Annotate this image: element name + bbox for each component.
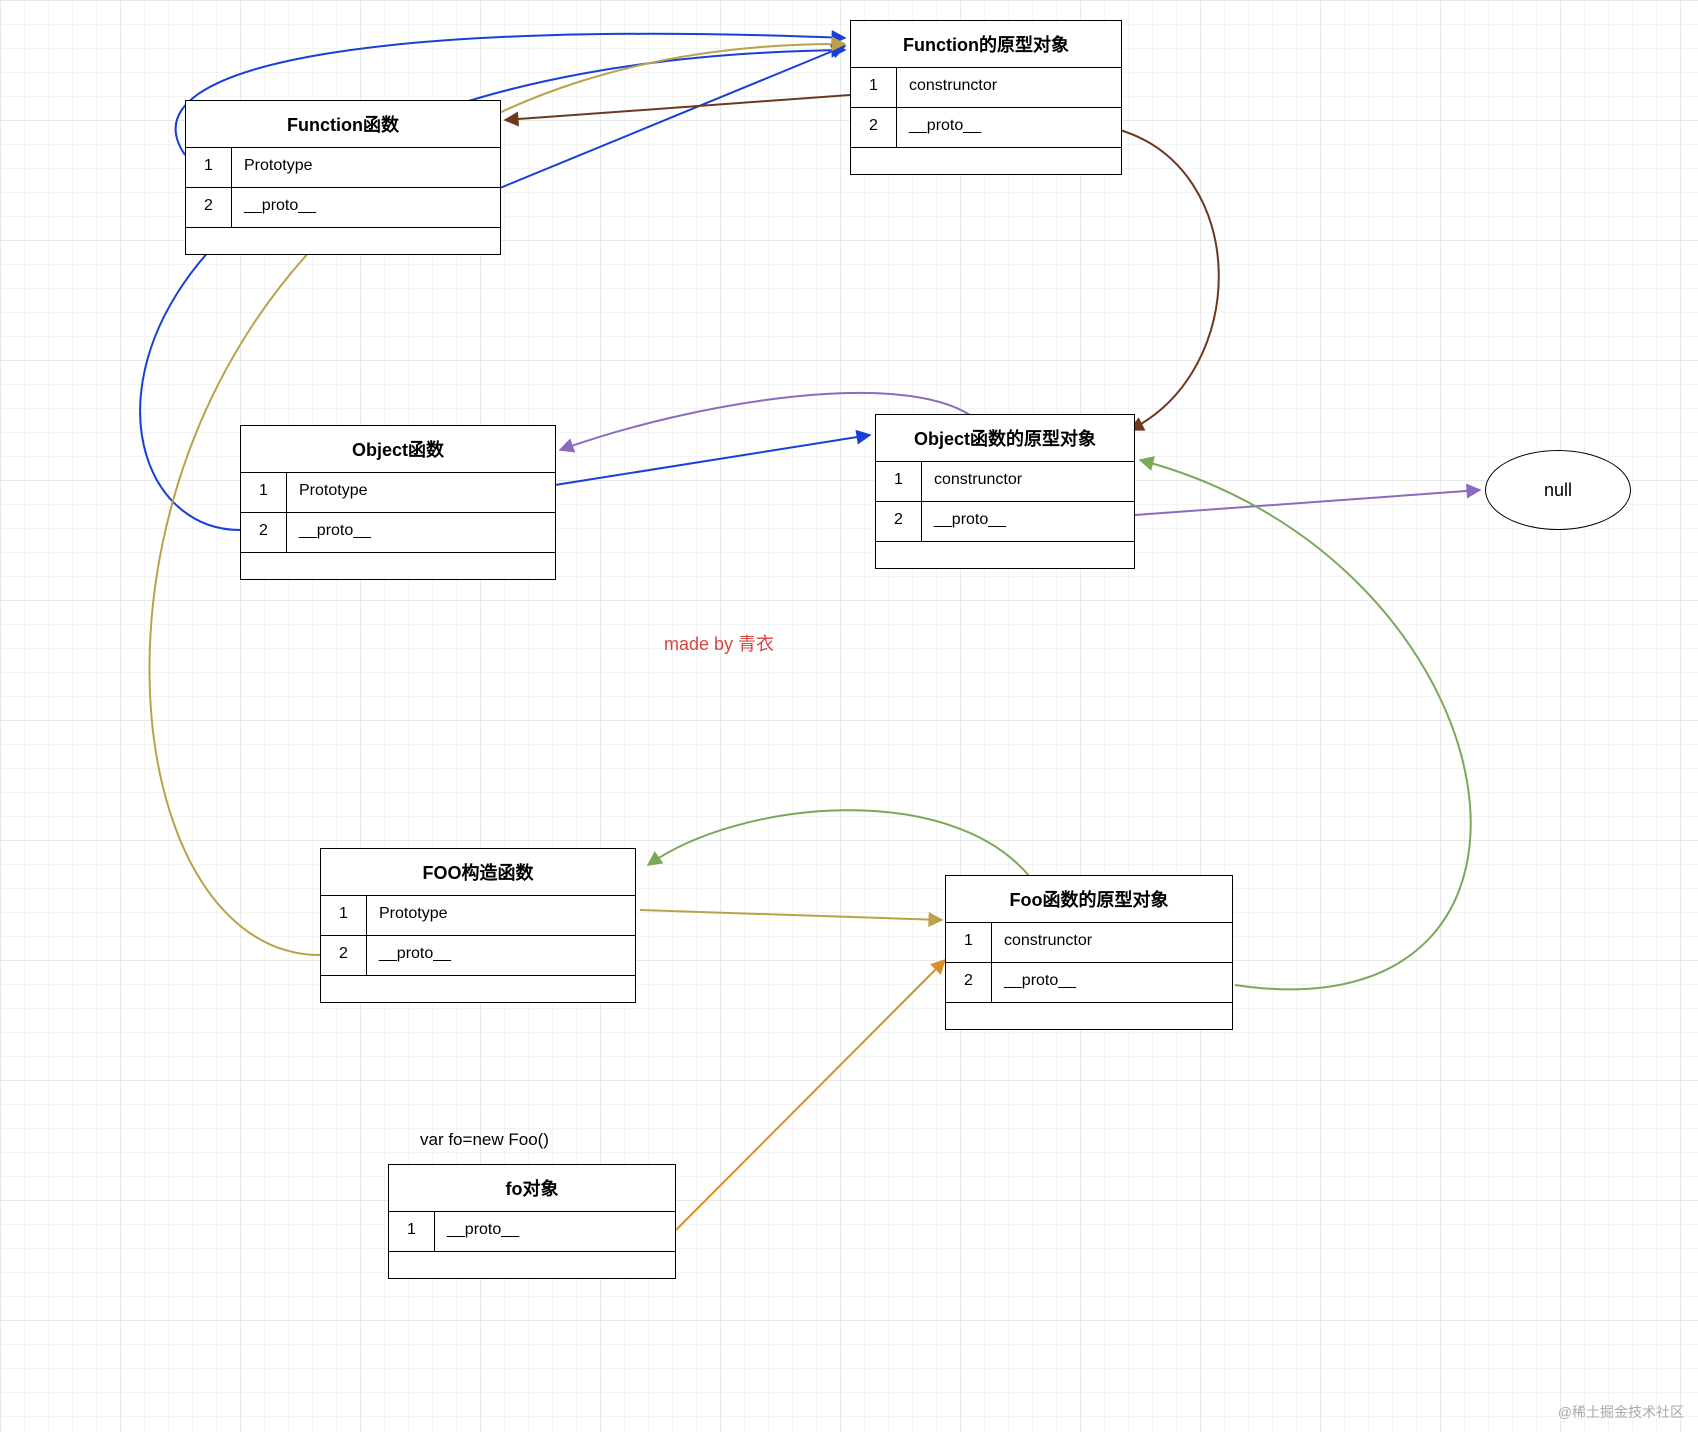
null-node: null bbox=[1485, 450, 1631, 530]
box-title: Function的原型对象 bbox=[851, 21, 1121, 68]
box-fo-obj: fo对象 1 __proto__ bbox=[388, 1164, 676, 1279]
box-foo-proto: Foo函数的原型对象 1 construnctor 2 __proto__ bbox=[945, 875, 1233, 1030]
table-row: 2 __proto__ bbox=[321, 936, 635, 976]
annotation-made-by: made by 青衣 bbox=[664, 630, 774, 656]
box-object-proto: Object函数的原型对象 1 construnctor 2 __proto__ bbox=[875, 414, 1135, 569]
box-function-proto: Function的原型对象 1 construnctor 2 __proto__ bbox=[850, 20, 1122, 175]
table-row: 2 __proto__ bbox=[876, 502, 1134, 542]
table-row: 1 construnctor bbox=[946, 923, 1232, 963]
box-object-fn: Object函数 1 Prototype 2 __proto__ bbox=[240, 425, 556, 580]
table-row: 2 __proto__ bbox=[946, 963, 1232, 1003]
box-title: FOO构造函数 bbox=[321, 849, 635, 896]
table-row: 1 Prototype bbox=[241, 473, 555, 513]
box-title: Object函数的原型对象 bbox=[876, 415, 1134, 462]
box-title: Function函数 bbox=[186, 101, 500, 148]
table-row: 1 Prototype bbox=[186, 148, 500, 188]
box-title: fo对象 bbox=[389, 1165, 675, 1212]
table-row: 2 __proto__ bbox=[186, 188, 500, 228]
box-title: Object函数 bbox=[241, 426, 555, 473]
box-foo-fn: FOO构造函数 1 Prototype 2 __proto__ bbox=[320, 848, 636, 1003]
var-label: var fo=new Foo() bbox=[420, 1130, 549, 1150]
box-function-fn: Function函数 1 Prototype 2 __proto__ bbox=[185, 100, 501, 255]
table-row: 1 Prototype bbox=[321, 896, 635, 936]
watermark: @稀土掘金技术社区 bbox=[1558, 1402, 1684, 1422]
table-row: 2 __proto__ bbox=[241, 513, 555, 553]
table-row: 1 construnctor bbox=[876, 462, 1134, 502]
table-row: 2 __proto__ bbox=[851, 108, 1121, 148]
table-row: 1 construnctor bbox=[851, 68, 1121, 108]
box-title: Foo函数的原型对象 bbox=[946, 876, 1232, 923]
table-row: 1 __proto__ bbox=[389, 1212, 675, 1252]
